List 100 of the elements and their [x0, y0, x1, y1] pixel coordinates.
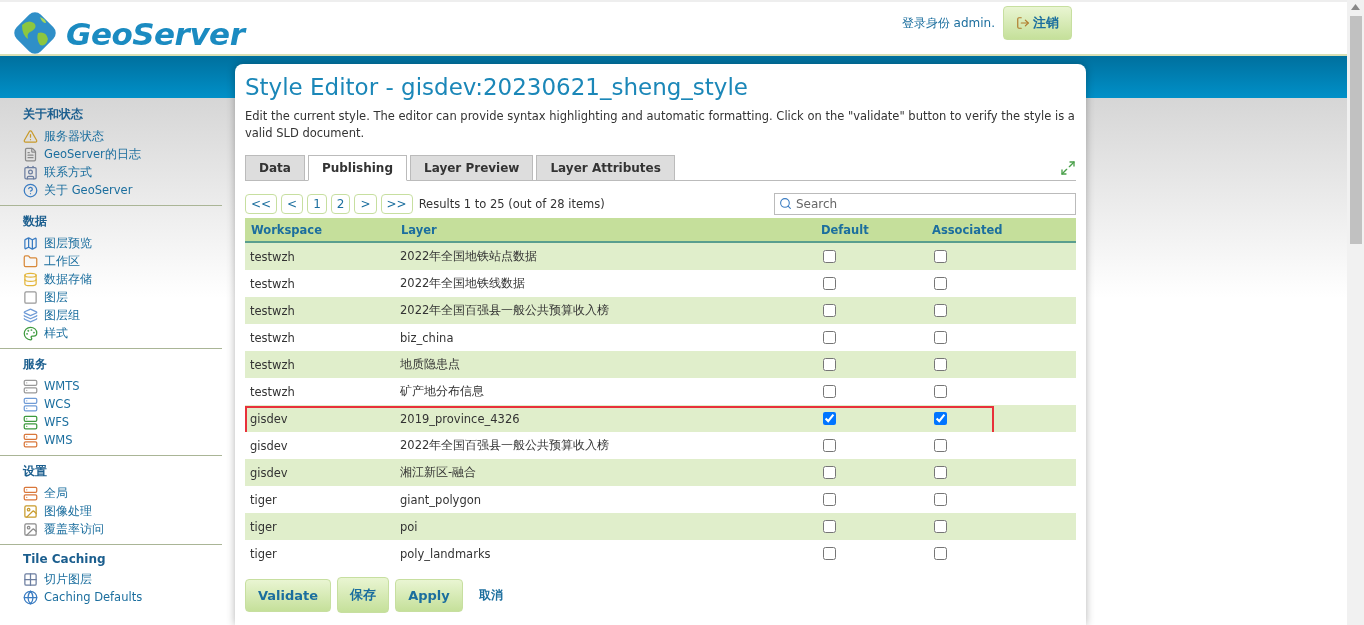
results-count: Results 1 to 25 (out of 28 items) [418, 197, 605, 211]
action-button[interactable]: Apply [395, 578, 463, 612]
table-cell-text: testwzh [249, 384, 296, 399]
scroll-up-icon[interactable] [1351, 4, 1360, 10]
sidebar-link[interactable]: 数据存储 [23, 270, 92, 288]
sidebar-link[interactable]: 关于 GeoServer [23, 181, 133, 199]
column-header: Default [820, 222, 870, 237]
sidebar-link[interactable]: 覆盖率访问 [23, 520, 104, 538]
sidebar-link[interactable]: Caching Defaults [23, 588, 143, 606]
associated-checkbox[interactable] [934, 304, 947, 317]
palette-icon [23, 325, 38, 341]
sidebar-link[interactable]: 图层 [23, 288, 68, 306]
sidebar-link[interactable]: WMTS [23, 377, 80, 395]
tab[interactable]: Publishing [307, 155, 407, 181]
default-checkbox[interactable] [823, 493, 836, 506]
sidebar-link[interactable]: 图层预览 [23, 234, 92, 252]
default-checkbox[interactable] [823, 385, 836, 398]
sidebar-link[interactable]: WCS [23, 395, 71, 413]
sidebar-link[interactable]: 图层组 [23, 306, 80, 324]
server-icon [23, 378, 38, 394]
default-checkbox[interactable] [823, 412, 836, 425]
default-checkbox[interactable] [823, 277, 836, 290]
table-cell-text: giant_polygon [399, 492, 483, 507]
table-cell-text: 2022年全国百强县一般公共预算收入榜 [399, 438, 611, 453]
default-checkbox[interactable] [823, 466, 836, 479]
default-checkbox[interactable] [823, 439, 836, 452]
logo-text: GeoServer [66, 16, 245, 52]
table-cell-text: 矿产地分布信息 [399, 384, 485, 399]
fullscreen-icon[interactable] [1060, 160, 1076, 176]
table-cell-text: tiger [249, 492, 278, 507]
sidebar-link[interactable]: 切片图层 [23, 570, 92, 588]
table-cell-text: poly_landmarks [399, 546, 492, 561]
pager-button[interactable]: << [245, 194, 278, 214]
pager-button[interactable]: > [354, 194, 377, 214]
associated-checkbox[interactable] [934, 412, 947, 425]
search-icon [779, 197, 792, 210]
table-cell-text: gisdev [249, 411, 289, 426]
action-button[interactable]: Validate [245, 578, 332, 612]
associated-checkbox[interactable] [934, 520, 947, 533]
sidebar-link[interactable]: 图像处理 [23, 502, 92, 520]
column-header: Workspace [250, 222, 323, 237]
table-cell-text: 湘江新区-融合 [399, 465, 478, 480]
image-icon [23, 521, 38, 537]
search-field[interactable]: Search [774, 193, 1076, 215]
table-cell-text: tiger [249, 546, 278, 561]
associated-checkbox[interactable] [934, 439, 947, 452]
associated-checkbox[interactable] [934, 466, 947, 479]
sidebar-heading: 数据 [23, 213, 48, 230]
table-cell-text: testwzh [249, 276, 296, 291]
default-checkbox[interactable] [823, 331, 836, 344]
associated-checkbox[interactable] [934, 250, 947, 263]
associated-checkbox[interactable] [934, 547, 947, 560]
associated-checkbox[interactable] [934, 385, 947, 398]
server-icon [23, 432, 38, 448]
associated-checkbox[interactable] [934, 331, 947, 344]
table-cell-text: 2022年全国地铁站点数据 [399, 249, 539, 264]
sidebar-link[interactable]: WFS [23, 413, 70, 431]
pager-button[interactable]: >> [380, 194, 413, 214]
default-checkbox[interactable] [823, 304, 836, 317]
sidebar-link[interactable]: WMS [23, 431, 73, 449]
table-cell-text: gisdev [249, 465, 289, 480]
help-icon [23, 182, 38, 198]
sidebar-link[interactable]: 全局 [23, 484, 68, 502]
associated-checkbox[interactable] [934, 358, 947, 371]
map-icon [23, 235, 38, 251]
document-icon [23, 146, 38, 162]
table-cell-text: gisdev [249, 438, 289, 453]
default-checkbox[interactable] [823, 250, 836, 263]
sidebar-link[interactable]: GeoServer的日志 [23, 145, 141, 163]
logout-button[interactable]: 注销 [1003, 6, 1072, 40]
column-header: Associated [931, 222, 1004, 237]
action-button[interactable]: 保存 [337, 577, 390, 613]
column-header: Layer [400, 222, 438, 237]
table-cell-text: 2022年全国地铁线数据 [399, 276, 527, 291]
associated-checkbox[interactable] [934, 277, 947, 290]
table-cell-text: 地质隐患点 [399, 357, 461, 372]
table-cell-text: 2019_province_4326 [399, 411, 521, 426]
cancel-link[interactable]: 取消 [478, 586, 503, 604]
pager-button[interactable]: < [281, 194, 304, 214]
image-icon [23, 503, 38, 519]
table-cell-text: testwzh [249, 249, 296, 264]
globe-icon [23, 589, 38, 605]
sidebar-link[interactable]: 联系方式 [23, 163, 92, 181]
contact-card-icon [23, 164, 38, 180]
default-checkbox[interactable] [823, 547, 836, 560]
pager-button[interactable]: 2 [330, 194, 351, 214]
default-checkbox[interactable] [823, 358, 836, 371]
sidebar-link[interactable]: 样式 [23, 324, 68, 342]
sidebar-link[interactable]: 服务器状态 [23, 127, 104, 145]
tab[interactable]: Layer Preview [410, 155, 534, 181]
scrollbar[interactable] [1347, 0, 1364, 625]
sidebar-link[interactable]: 工作区 [23, 252, 80, 270]
associated-checkbox[interactable] [934, 493, 947, 506]
server-icon [23, 485, 38, 501]
tab[interactable]: Data [245, 155, 305, 181]
default-checkbox[interactable] [823, 520, 836, 533]
tab[interactable]: Layer Attributes [536, 155, 675, 181]
table-cell-text: tiger [249, 519, 278, 534]
square-icon [23, 289, 38, 305]
pager-button[interactable]: 1 [307, 194, 327, 214]
